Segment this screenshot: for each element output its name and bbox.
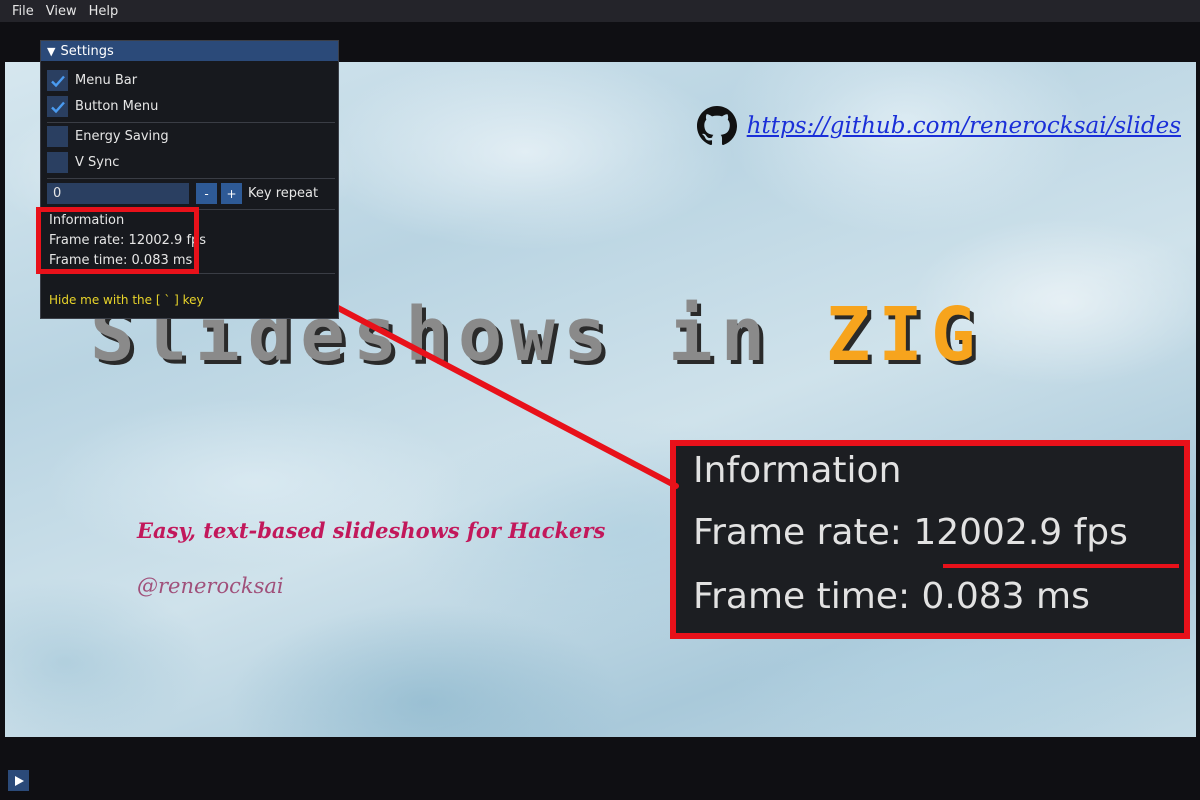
- key-repeat-input[interactable]: 0: [47, 183, 189, 204]
- checkbox-v-sync[interactable]: V Sync: [47, 152, 119, 173]
- separator: [47, 122, 335, 123]
- collapse-triangle-icon[interactable]: ▼: [47, 45, 55, 58]
- checkbox-label: V Sync: [75, 155, 120, 170]
- info-highlight-box: [36, 207, 199, 274]
- check-icon: [47, 96, 68, 117]
- decrement-button[interactable]: -: [196, 183, 217, 204]
- increment-button[interactable]: +: [221, 183, 242, 204]
- checkbox-energy-saving[interactable]: Energy Saving: [47, 126, 169, 147]
- settings-title: Settings: [60, 43, 114, 59]
- play-button[interactable]: [8, 770, 29, 791]
- checkbox-box: [47, 126, 68, 147]
- key-repeat-label: Key repeat: [248, 186, 319, 201]
- checkbox-label: Menu Bar: [75, 73, 138, 88]
- checkbox-label: Button Menu: [75, 99, 159, 114]
- settings-window: ▼ Settings Menu Bar Button Menu Energy S…: [40, 40, 339, 319]
- checkbox-menu-bar[interactable]: Menu Bar: [47, 70, 137, 91]
- play-icon: [14, 775, 24, 786]
- checkbox-button-menu[interactable]: Button Menu: [47, 96, 158, 117]
- settings-header[interactable]: ▼ Settings: [41, 41, 338, 61]
- checkbox-box: [47, 152, 68, 173]
- checkbox-label: Energy Saving: [75, 129, 169, 144]
- hide-hint: Hide me with the [ ` ] key: [49, 293, 204, 307]
- separator: [47, 178, 335, 179]
- check-icon: [47, 70, 68, 91]
